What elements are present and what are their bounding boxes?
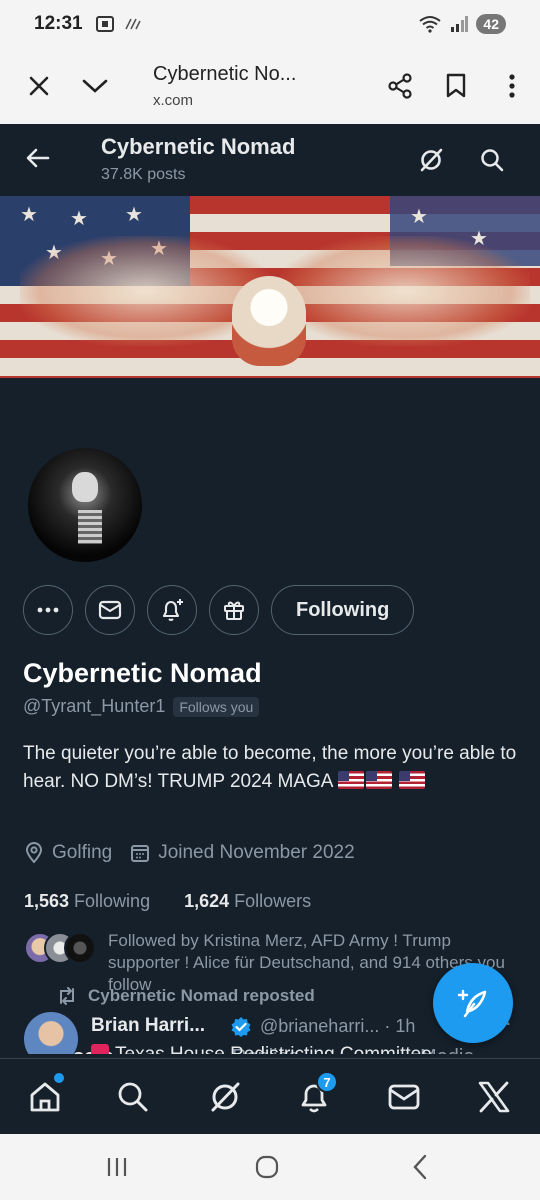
home-system-button[interactable]: [247, 1152, 287, 1182]
search-icon: [481, 149, 504, 172]
verified-badge-icon: [231, 1017, 251, 1037]
signal-slash-icon: [124, 18, 141, 30]
profile-top-nav: Cybernetic Nomad 37.8K posts: [0, 124, 540, 196]
grok-button[interactable]: [413, 142, 449, 178]
bottom-navigation: 7: [0, 1058, 540, 1134]
grok-icon: [420, 148, 443, 172]
minimize-tab-button[interactable]: [67, 58, 123, 114]
follows-you-badge: Follows you: [173, 696, 260, 717]
more-horizontal-icon: [37, 607, 59, 613]
search-button[interactable]: [474, 142, 510, 178]
back-system-button[interactable]: [400, 1152, 440, 1182]
calendar-icon: [131, 845, 150, 862]
repost-label: Cybernetic Nomad reposted: [88, 986, 315, 1005]
location-pin-icon: [25, 842, 43, 864]
profile-banner[interactable]: ★ ★ ★ ★ ★ ★ ★ ★: [0, 196, 540, 378]
gift-button[interactable]: [209, 585, 259, 635]
browser-toolbar: Cybernetic No... x.com: [0, 48, 540, 124]
header-profile-name: Cybernetic Nomad: [101, 134, 296, 159]
us-flag-icon: [365, 771, 392, 789]
browser-menu-button[interactable]: [484, 58, 540, 114]
close-tab-button[interactable]: [11, 58, 67, 114]
more-vertical-icon: [509, 74, 515, 98]
following-stat[interactable]: 1,563 Following: [24, 891, 150, 912]
compose-post-button[interactable]: [433, 963, 513, 1043]
gift-icon: [224, 601, 244, 620]
profile-actions: Following: [23, 585, 415, 635]
notification-count-badge: 7: [316, 1071, 338, 1093]
home-unread-dot: [54, 1073, 64, 1083]
profile-display-name: Cybernetic Nomad: [23, 658, 262, 688]
screenshot-icon: [95, 16, 114, 32]
tweet-author-name[interactable]: Brian Harri...: [91, 1015, 205, 1037]
nav-messages[interactable]: [384, 1077, 424, 1117]
tweet-author-avatar[interactable]: [24, 1012, 78, 1054]
x-logo-icon: [478, 1081, 510, 1113]
arrow-left-icon: [26, 148, 50, 168]
home-circle-icon: [255, 1155, 279, 1179]
message-button[interactable]: [85, 585, 135, 635]
share-icon: [388, 73, 412, 99]
profile-page: Cybernetic Nomad 37.8K posts ★ ★ ★ ★ ★ ★…: [0, 124, 540, 1054]
us-flag-icon: [398, 771, 425, 789]
grok-icon: [211, 1082, 240, 1112]
repost-indicator: Cybernetic Nomad reposted: [56, 986, 315, 1006]
recents-icon: [107, 1158, 127, 1176]
profile-meta: Golfing Joined November 2022: [24, 842, 373, 864]
bio-text: The quieter you’re able to become, the m…: [23, 743, 517, 792]
profile-location: Golfing: [52, 842, 113, 863]
eagle-image: [232, 276, 306, 366]
profile-bio: The quieter you’re able to become, the m…: [23, 740, 523, 796]
tweet-author-handle: @brianeharri... · 1h: [260, 1016, 416, 1036]
profile-stats: 1,563 Following 1,624 Followers: [24, 891, 345, 912]
profile-handle: @Tyrant_Hunter1: [23, 696, 166, 716]
header-posts-count: 37.8K posts: [101, 166, 186, 183]
back-button[interactable]: [20, 140, 56, 176]
close-icon: [29, 76, 49, 96]
bell-plus-icon: [162, 599, 183, 621]
tweet-text: Texas House Redistricting Committee: [91, 1044, 432, 1054]
profile-avatar[interactable]: [24, 444, 146, 566]
system-navigation: [0, 1134, 540, 1200]
status-bar: 12:31 42: [0, 0, 540, 48]
nav-x-premium[interactable]: [474, 1077, 514, 1117]
status-time: 12:31: [34, 13, 83, 34]
recent-apps-button[interactable]: [97, 1152, 137, 1182]
share-button[interactable]: [372, 58, 428, 114]
feather-plus-icon: [457, 989, 487, 1018]
notifications-subscribe-button[interactable]: [147, 585, 197, 635]
profile-joined-date: Joined November 2022: [158, 842, 355, 863]
browser-title-block[interactable]: Cybernetic No... x.com: [153, 63, 372, 109]
emoji-icon: [91, 1044, 109, 1054]
nav-grok[interactable]: [205, 1077, 245, 1117]
browser-page-title: Cybernetic No...: [153, 63, 297, 85]
avatar: [64, 932, 96, 964]
more-options-button[interactable]: [23, 585, 73, 635]
chevron-down-icon: [82, 79, 108, 93]
chevron-left-icon: [413, 1154, 427, 1180]
mail-icon: [388, 1084, 420, 1110]
battery-indicator: 42: [476, 14, 506, 34]
nav-home[interactable]: [25, 1077, 65, 1117]
tweet-time: · 1h: [384, 1016, 416, 1036]
bookmark-button[interactable]: [428, 58, 484, 114]
following-button[interactable]: Following: [271, 585, 415, 635]
us-flag-icon: [337, 771, 364, 789]
followers-stat[interactable]: 1,624 Followers: [184, 891, 311, 912]
home-icon: [30, 1082, 60, 1112]
browser-url: x.com: [153, 92, 194, 109]
followed-by-avatars: [24, 930, 98, 964]
nav-explore[interactable]: [113, 1077, 153, 1117]
mail-icon: [98, 600, 122, 620]
cell-signal-icon: [451, 16, 469, 32]
wifi-icon: [419, 16, 442, 33]
search-icon: [118, 1082, 148, 1112]
bookmark-icon: [446, 73, 466, 98]
repost-icon: [60, 987, 74, 1005]
